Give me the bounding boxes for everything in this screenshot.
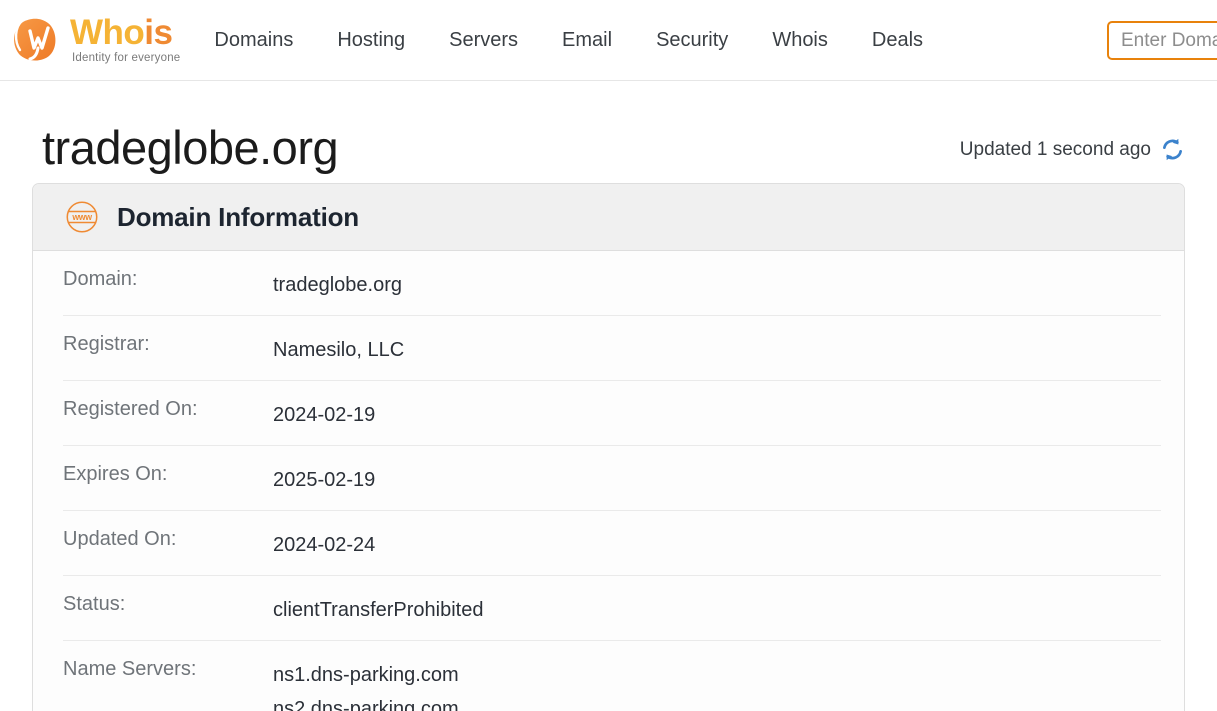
nav-item-servers[interactable]: Servers [449,23,518,58]
refresh-icon[interactable] [1160,137,1185,162]
name-server-entry: ns2.dns-parking.com [273,698,459,711]
name-server-entry: ns1.dns-parking.com [273,664,459,686]
table-row: Registrar: Namesilo, LLC [63,316,1161,381]
nav-item-whois[interactable]: Whois [772,23,828,58]
brand-logo-link[interactable]: Whois Identity for everyone [10,14,180,66]
domain-search-container [1107,21,1217,60]
updated-label: Updated 1 second ago [959,138,1151,160]
domain-search-input[interactable] [1107,21,1217,60]
nav-item-email[interactable]: Email [562,23,612,58]
title-row: tradeglobe.org Updated 1 second ago [32,81,1185,181]
svg-text:www: www [71,212,92,222]
row-value: ns1.dns-parking.com ns2.dns-parking.com [273,658,1161,711]
page-title: tradeglobe.org [42,121,339,174]
main-nav: Domains Hosting Servers Email Security W… [214,23,923,58]
brand-word-who: Who [70,13,145,53]
row-label: Domain: [63,268,138,290]
brand-text: Whois Identity for everyone [70,15,180,65]
nav-item-security[interactable]: Security [656,23,728,58]
page-content: tradeglobe.org Updated 1 second ago www … [0,81,1217,711]
nav-item-hosting[interactable]: Hosting [337,23,405,58]
table-row: Status: clientTransferProhibited [63,576,1161,641]
card-header: www Domain Information [33,184,1184,251]
nav-item-deals[interactable]: Deals [872,23,923,58]
table-row: Registered On: 2024-02-19 [63,381,1161,446]
domain-information-card: www Domain Information Domain: tradeglob… [32,183,1185,711]
row-value: 2025-02-19 [273,469,376,491]
row-value: 2024-02-19 [273,404,376,426]
row-label: Updated On: [63,528,177,550]
table-row: Expires On: 2025-02-19 [63,446,1161,511]
row-value: Namesilo, LLC [273,339,405,361]
whois-w-mark-icon [14,18,56,61]
card-title: Domain Information [117,201,359,232]
table-row: Domain: tradeglobe.org [63,251,1161,316]
brand-wordmark: Whois [70,15,180,50]
nav-item-domains[interactable]: Domains [214,23,293,58]
updated-status: Updated 1 second ago [960,137,1185,171]
brand-tagline: Identity for everyone [72,52,181,65]
top-navigation-bar: Whois Identity for everyone Domains Host… [0,0,1217,81]
table-row: Updated On: 2024-02-24 [63,511,1161,576]
table-row-name-servers: Name Servers: ns1.dns-parking.com ns2.dn… [63,641,1161,711]
row-label: Registrar: [63,333,150,355]
row-value: tradeglobe.org [273,274,402,296]
row-value: 2024-02-24 [273,534,376,556]
row-label: Name Servers: [63,658,197,680]
row-value: clientTransferProhibited [273,599,484,621]
card-body: Domain: tradeglobe.org Registrar: Namesi… [33,251,1184,711]
row-label: Registered On: [63,398,198,420]
row-label: Status: [63,593,126,615]
brand-word-is: is [144,13,173,53]
row-label: Expires On: [63,463,168,485]
www-globe-icon: www [66,201,98,233]
